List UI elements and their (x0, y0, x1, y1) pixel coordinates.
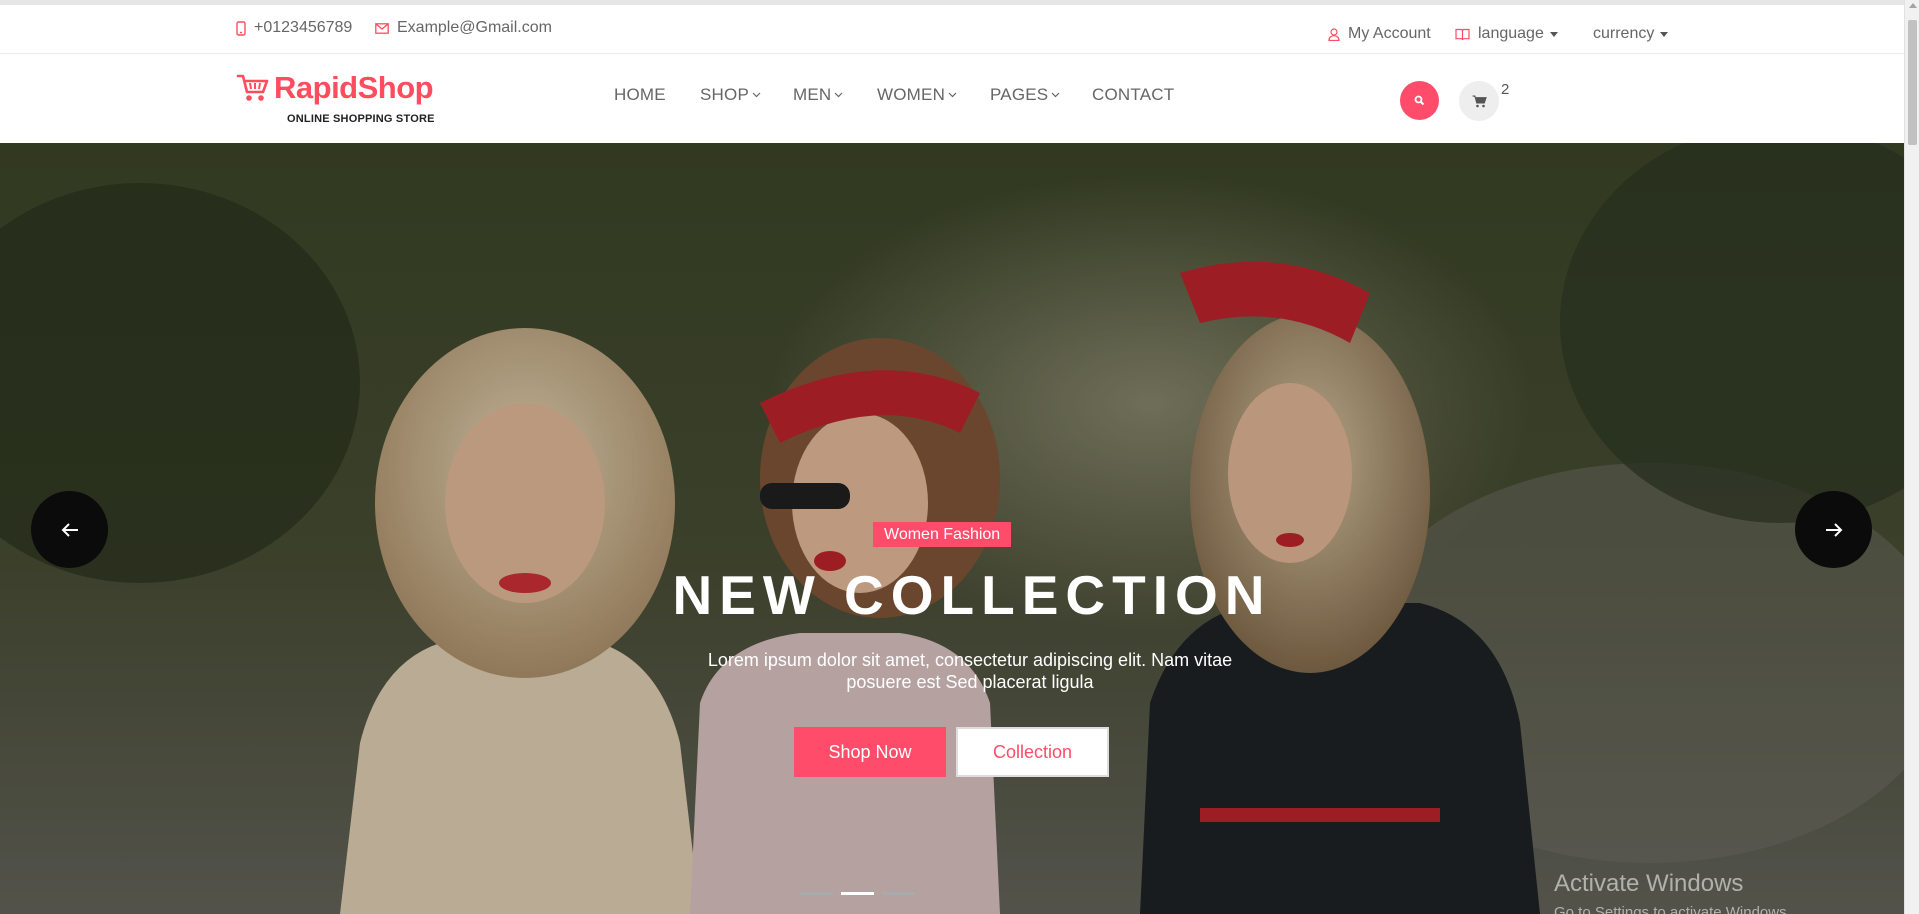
arrow-left-icon (61, 522, 78, 537)
my-account-link[interactable]: My Account (1328, 25, 1431, 43)
main-header: RapidShop ONLINE SHOPPING STORE HOME SHO… (0, 54, 1904, 143)
cart-icon (1472, 95, 1487, 107)
windows-activation-watermark: Activate Windows Go to Settings to activ… (1554, 870, 1791, 914)
nav-item-label: CONTACT (1092, 85, 1175, 104)
nav-item-label: PAGES (990, 85, 1049, 104)
chevron-down-icon (1051, 92, 1060, 98)
logo-tagline: ONLINE SHOPPING STORE (287, 113, 435, 125)
arrow-right-icon (1825, 522, 1842, 537)
search-button[interactable] (1400, 81, 1439, 120)
nav-item-label: SHOP (700, 85, 749, 104)
scroll-up-icon[interactable] (1909, 3, 1917, 8)
nav-item-label: HOME (614, 85, 666, 104)
language-label: language (1478, 25, 1544, 42)
page-scrollbar[interactable] (1904, 0, 1919, 914)
phone-icon (236, 20, 246, 36)
nav-item-pages[interactable]: PAGES (990, 85, 1060, 105)
scrollbar-thumb[interactable] (1908, 20, 1917, 145)
slide-indicators (800, 892, 915, 895)
hero-description: Lorem ipsum dolor sit amet, consectetur … (707, 650, 1233, 692)
shop-now-button[interactable]: Shop Now (794, 727, 946, 777)
prev-slide-button[interactable] (31, 491, 108, 568)
nav-item-home[interactable]: HOME (614, 85, 666, 105)
nav-item-shop[interactable]: SHOP (700, 85, 761, 105)
phone-contact[interactable]: +0123456789 (236, 19, 352, 37)
nav-item-men[interactable]: MEN (793, 85, 843, 105)
mail-icon (375, 22, 389, 34)
search-icon (1414, 95, 1425, 106)
chevron-down-icon (834, 92, 843, 98)
chevron-down-icon (1660, 31, 1669, 37)
site-logo[interactable]: RapidShop ONLINE SHOPPING STORE (236, 70, 456, 130)
logo-cart-icon (236, 74, 269, 101)
hero-category-badge: Women Fashion (873, 522, 1012, 547)
nav-item-women[interactable]: WOMEN (877, 85, 957, 105)
logo-name: RapidShop (274, 70, 434, 105)
watermark-subtitle: Go to Settings to activate Windows. (1554, 904, 1791, 914)
user-icon (1328, 27, 1340, 41)
collection-button[interactable]: Collection (956, 727, 1109, 777)
chevron-down-icon (752, 92, 761, 98)
currency-dropdown[interactable]: currency (1593, 25, 1669, 43)
language-dropdown[interactable]: language (1455, 25, 1558, 43)
hero-slider: Women Fashion NEW COLLECTION Lorem ipsum… (0, 143, 1904, 914)
currency-label: currency (1593, 25, 1655, 42)
slide-dot[interactable] (882, 892, 915, 895)
next-slide-button[interactable] (1795, 491, 1872, 568)
watermark-title: Activate Windows (1554, 870, 1744, 897)
page: +0123456789 Example@Gmail.com My Account… (0, 0, 1904, 914)
cart-button[interactable] (1459, 81, 1499, 121)
email-contact[interactable]: Example@Gmail.com (375, 19, 552, 37)
my-account-label: My Account (1348, 25, 1431, 42)
nav-item-contact[interactable]: CONTACT (1092, 85, 1174, 105)
email-address: Example@Gmail.com (397, 19, 552, 36)
chevron-down-icon (1549, 31, 1558, 37)
nav-item-label: MEN (793, 85, 832, 104)
cart-count-badge: 2 (1501, 81, 1510, 98)
slide-dot[interactable] (800, 892, 833, 895)
chevron-down-icon (948, 92, 957, 98)
book-icon (1455, 28, 1470, 40)
top-bar: +0123456789 Example@Gmail.com My Account… (0, 0, 1904, 54)
hero-title: NEW COLLECTION (672, 564, 1272, 626)
nav-item-label: WOMEN (877, 85, 946, 104)
slide-dot-active[interactable] (841, 892, 874, 895)
phone-number: +0123456789 (254, 19, 353, 36)
